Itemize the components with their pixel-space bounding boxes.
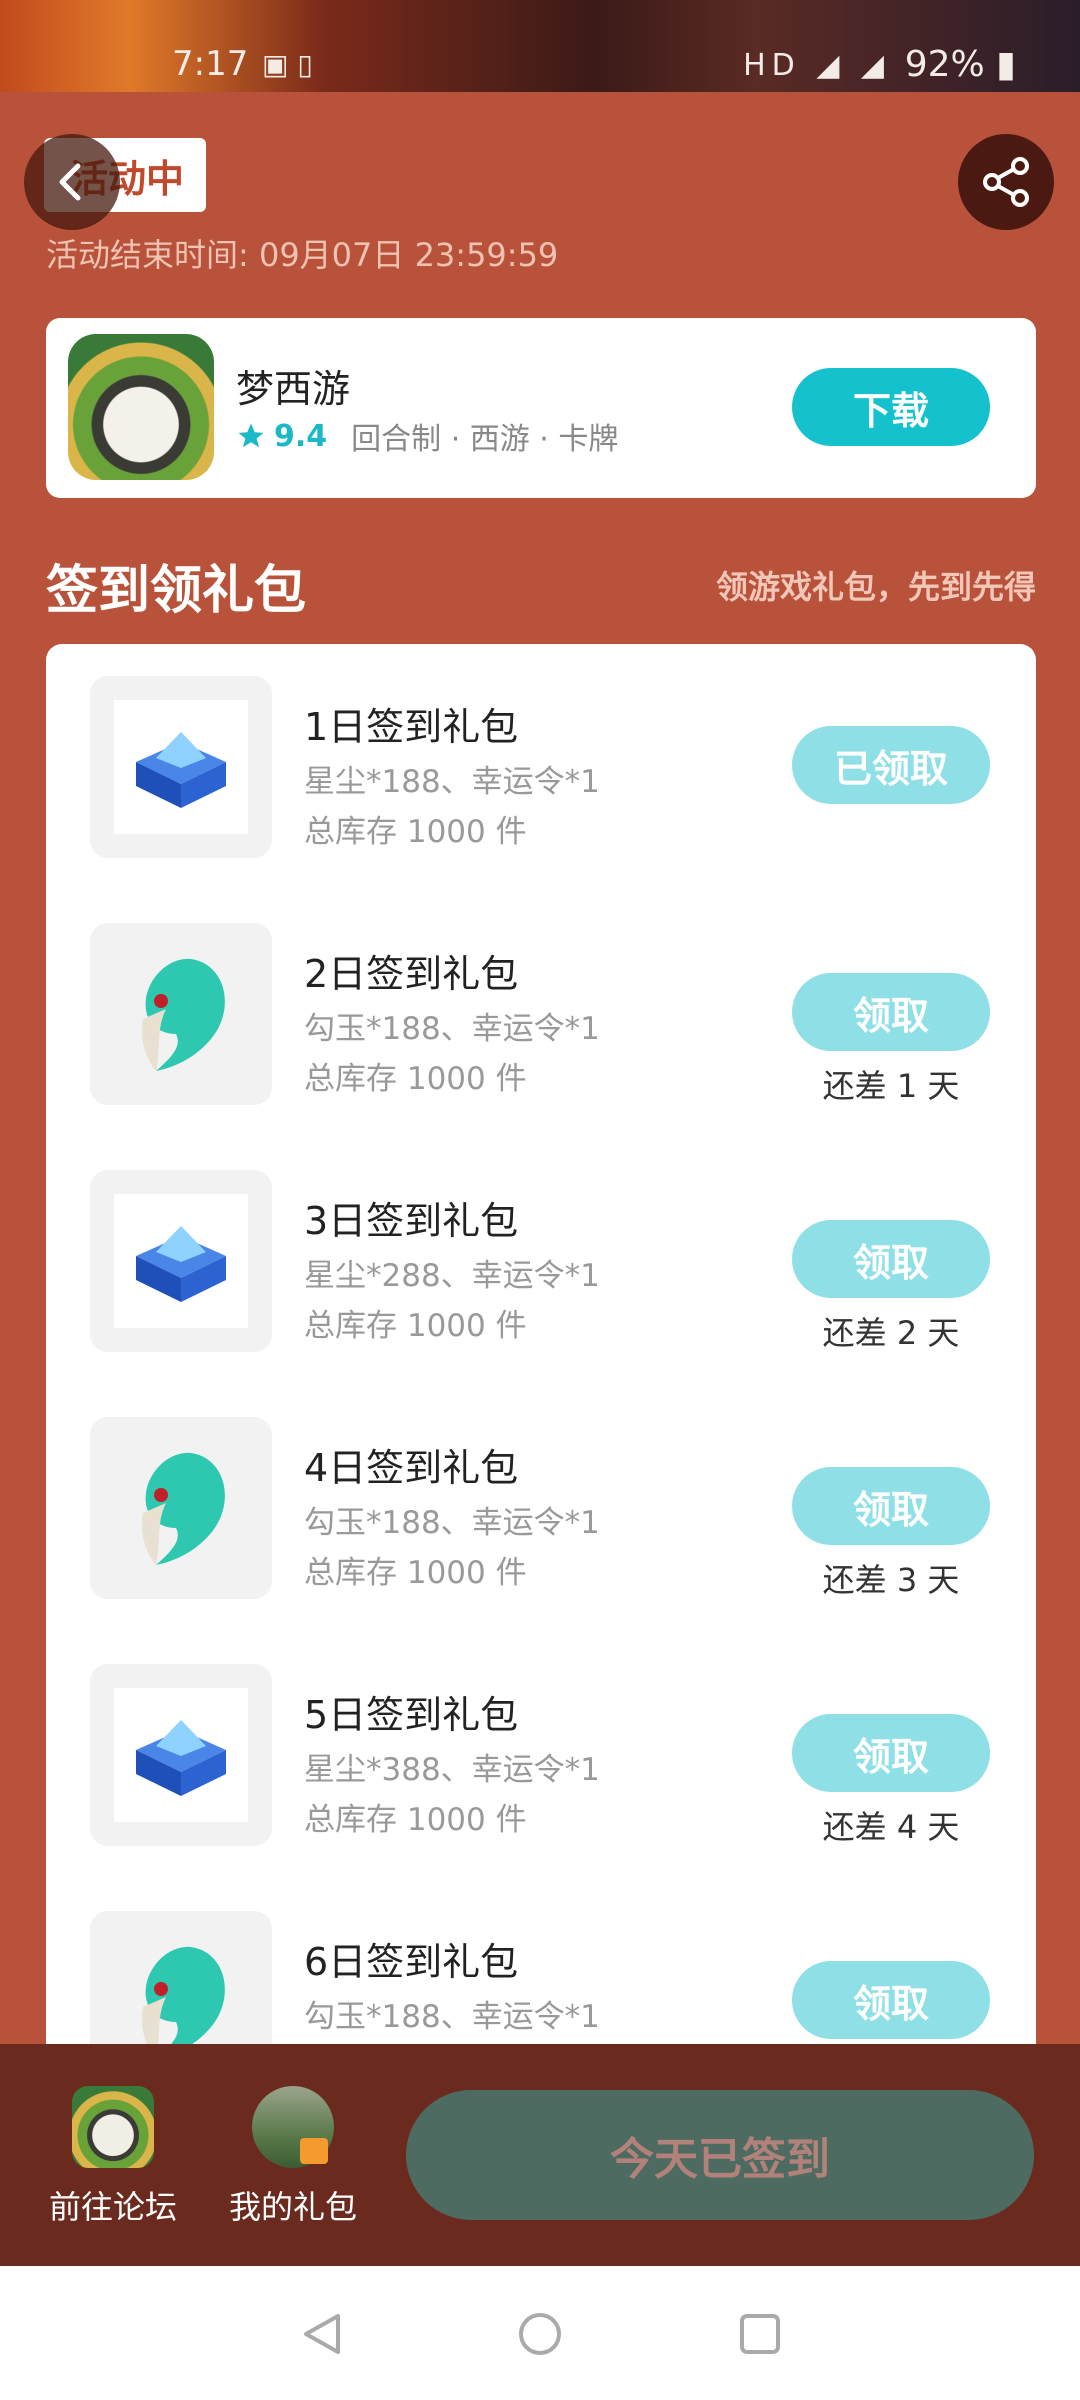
gift-desc: 星尘*388、幸运令*1 [304,1752,600,1788]
list-item: 2日签到礼包 勾玉*188、幸运令*1 总库存 1000 件 领取 还差 1 天 [46,891,1036,1105]
game-name: 梦西游 [236,367,351,411]
chest-icon [136,1720,226,1796]
bottom-action-bar: 前往论坛 我的礼包 今天已签到 [0,2044,1080,2266]
days-remaining: 还差 4 天 [822,1808,960,1846]
gift-title: 5日签到礼包 [304,1693,519,1737]
status-bar: 7:17 ▣ ▯ HD ◢ ◢ 92% ▮ [0,0,1080,92]
section-title: 签到领礼包 [46,561,307,621]
gift-desc: 勾玉*188、幸运令*1 [304,1999,600,2035]
status-time: 7:17 [172,44,249,84]
gift-list: 1日签到礼包 星尘*188、幸运令*1 总库存 1000 件 已领取 2日签到礼… [46,644,1036,2044]
gift-title: 4日签到礼包 [304,1446,519,1490]
chest-icon [136,1226,226,1302]
claim-button[interactable]: 领取 [792,1220,990,1298]
game-card[interactable]: 梦西游 9.4 回合制 · 西游 · 卡牌 下载 [46,318,1036,498]
claim-button[interactable]: 领取 [792,1467,990,1545]
gift-thumbnail [90,1170,272,1352]
forum-label: 前往论坛 [48,2188,177,2226]
gift-desc: 星尘*288、幸运令*1 [304,1258,600,1294]
days-remaining: 还差 2 天 [822,1314,960,1352]
gift-desc: 勾玉*188、幸运令*1 [304,1505,600,1541]
list-item: 6日签到礼包 勾玉*188、幸运令*1 领取 [46,1879,1036,2044]
gift-desc: 勾玉*188、幸运令*1 [304,1011,600,1047]
gift-thumbnail [90,676,272,858]
gift-stock: 总库存 1000 件 [304,1555,527,1591]
circle-home-icon [519,2313,561,2355]
gift-thumbnail [90,1417,272,1599]
battery-status: 92% ▮ [904,44,1016,85]
days-remaining: 还差 1 天 [822,1067,960,1105]
download-button[interactable]: 下载 [792,368,990,446]
gift-title: 6日签到礼包 [304,1940,519,1984]
my-gifts-label: 我的礼包 [228,2188,357,2226]
signed-in-today-button[interactable]: 今天已签到 [406,2090,1034,2220]
claim-button[interactable]: 领取 [792,1714,990,1792]
list-item: 1日签到礼包 星尘*188、幸运令*1 总库存 1000 件 已领取 [46,644,1036,858]
jade-icon [141,1946,225,2044]
system-nav-bar [0,2266,1080,2400]
list-item: 4日签到礼包 勾玉*188、幸运令*1 总库存 1000 件 领取 还差 3 天 [46,1385,1036,1599]
game-tags: 回合制 · 西游 · 卡牌 [351,422,619,457]
gift-title: 2日签到礼包 [304,952,519,996]
gift-stock: 总库存 1000 件 [304,1308,527,1344]
gift-stock: 总库存 1000 件 [304,814,527,850]
share-icon [983,157,1029,207]
gift-thumbnail [90,1664,272,1846]
battery-percent: 92% [904,44,985,85]
back-button[interactable] [24,134,120,230]
list-item: 3日签到礼包 星尘*288、幸运令*1 总库存 1000 件 领取 还差 2 天 [46,1138,1036,1352]
game-meta: 9.4 回合制 · 西游 · 卡牌 [236,414,618,458]
game-app-icon [68,334,214,480]
forum-game-icon [72,2086,154,2168]
gift-thumbnail [90,1911,272,2044]
list-item: 5日签到礼包 星尘*388、幸运令*1 总库存 1000 件 领取 还差 4 天 [46,1632,1036,1846]
star-icon [238,423,264,448]
nav-home-button[interactable] [510,2304,570,2364]
gift-box-icon [252,2086,334,2168]
days-remaining: 还差 3 天 [822,1561,960,1599]
chest-icon [136,732,226,808]
activity-end-time: 活动结束时间: 09月07日 23:59:59 [46,236,559,274]
game-controller-icon: ▣ ▯ [262,48,313,81]
game-rating: 9.4 [236,419,327,454]
nav-recents-button[interactable] [730,2304,790,2364]
claim-button[interactable]: 领取 [792,973,990,1051]
chevron-left-icon [59,163,81,201]
gift-thumbnail [90,923,272,1105]
signal-icon: HD ◢ ◢ [743,48,890,83]
gift-title: 3日签到礼包 [304,1199,519,1243]
triangle-back-icon [304,2314,340,2354]
square-recents-icon [740,2314,780,2354]
jade-icon [141,1452,225,1565]
gift-stock: 总库存 1000 件 [304,1802,527,1838]
claim-button[interactable]: 领取 [792,1961,990,2039]
share-button[interactable] [958,134,1054,230]
claimed-button[interactable]: 已领取 [792,726,990,804]
jade-icon [141,958,225,1071]
gift-desc: 星尘*188、幸运令*1 [304,764,600,800]
nav-back-button[interactable] [292,2304,352,2364]
gift-title: 1日签到礼包 [304,705,519,749]
forum-link[interactable]: 前往论坛 [38,2086,188,2228]
section-subtitle: 领游戏礼包，先到先得 [715,568,1036,606]
gift-stock: 总库存 1000 件 [304,1061,527,1097]
game-rating-value: 9.4 [274,418,328,454]
my-gifts-link[interactable]: 我的礼包 [218,2086,368,2228]
